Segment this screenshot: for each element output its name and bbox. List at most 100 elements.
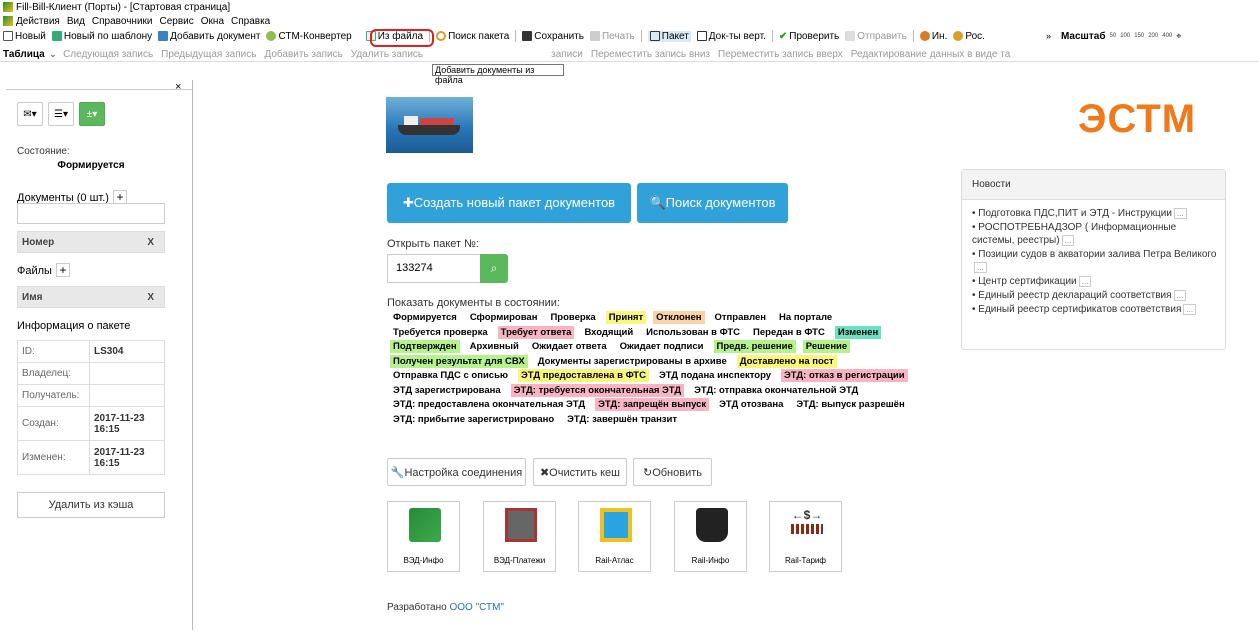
table-menu[interactable]: Таблица: [3, 49, 45, 60]
news-item[interactable]: • Позиции судов в акватории залива Петра…: [972, 248, 1219, 274]
status-filter-chip[interactable]: Документы зарегистрированы в архиве: [535, 355, 730, 368]
zoom-step[interactable]: 50: [1110, 33, 1117, 39]
mail-dropdown-button[interactable]: ✉▾: [17, 102, 43, 126]
clear-column-button[interactable]: X: [147, 292, 154, 303]
menu-help[interactable]: Справка: [231, 16, 270, 27]
in-button[interactable]: Ин.: [919, 31, 947, 42]
status-filter-chip[interactable]: Доставлено на пост: [736, 354, 837, 368]
more-button[interactable]: ...: [974, 262, 987, 273]
status-filter-chip[interactable]: Отправлен: [712, 311, 770, 324]
clear-column-button[interactable]: X: [147, 237, 154, 248]
more-button[interactable]: ...: [1173, 290, 1187, 301]
status-filter-chip[interactable]: Отправка ПДС с описью: [390, 369, 511, 382]
search-icon[interactable]: ⌕: [480, 254, 508, 283]
package-number-input[interactable]: 133274: [387, 254, 481, 283]
more-button[interactable]: ...: [1173, 208, 1187, 219]
zoom-step[interactable]: 400: [1162, 33, 1172, 39]
status-filter-chip[interactable]: Входящий: [581, 326, 636, 339]
more-button[interactable]: ...: [1078, 276, 1092, 287]
menu-service[interactable]: Сервис: [160, 16, 194, 27]
status-filter-chip[interactable]: На портале: [776, 311, 835, 324]
list-dropdown-button[interactable]: ☰▾: [48, 102, 74, 126]
tile-ved-info[interactable]: ВЭД-Инфо: [387, 501, 460, 572]
delete-record-button[interactable]: Удалить запись: [351, 49, 423, 60]
delete-from-cache-button[interactable]: Удалить из кэша: [17, 492, 165, 518]
status-filter-chip[interactable]: Подтвержден: [390, 340, 460, 353]
news-item[interactable]: • РОСПОТРЕБНАДЗОР ( Информационные систе…: [972, 221, 1219, 247]
news-item[interactable]: • Центр сертификации...: [972, 275, 1219, 288]
zoom-step[interactable]: 100: [1120, 33, 1130, 39]
status-filter-chip[interactable]: Проверка: [547, 311, 598, 324]
menu-view[interactable]: Вид: [67, 16, 85, 27]
status-filter-chip[interactable]: Требует ответа: [497, 325, 575, 339]
create-package-button[interactable]: ✚Создать новый пакет документов: [387, 183, 631, 223]
save-button[interactable]: Сохранить: [522, 31, 584, 42]
news-item[interactable]: • Подготовка ПДС,ПИТ и ЭТД - Инструкции.…: [972, 207, 1219, 220]
developer-link[interactable]: ООО "СТМ": [449, 602, 504, 613]
add-record-button[interactable]: Добавить запись: [264, 49, 342, 60]
print-button[interactable]: Печать: [589, 31, 635, 42]
news-item[interactable]: • Единый реестр деклараций соответствия.…: [972, 289, 1219, 302]
status-filter-chip[interactable]: Принят: [605, 311, 647, 324]
status-filter-chip[interactable]: Ожидает ответа: [529, 340, 610, 353]
add-document-icon[interactable]: +: [112, 190, 127, 204]
move-down-button[interactable]: Переместить запись вниз: [591, 49, 710, 60]
status-filter-chip[interactable]: Архивный: [467, 340, 522, 353]
close-icon[interactable]: ×: [175, 81, 181, 93]
number-column[interactable]: Номер: [22, 237, 54, 248]
name-column[interactable]: Имя: [22, 292, 42, 303]
next-record-button[interactable]: Следующая запись: [63, 49, 153, 60]
status-filter-chip[interactable]: Формируется: [390, 311, 460, 324]
status-filter-chip[interactable]: ЭТД: требуется окончательная ЭТД: [510, 383, 685, 397]
status-filter-chip[interactable]: ЭТД: отказ в регистрации: [781, 369, 908, 382]
status-filter-chip[interactable]: Требуется проверка: [390, 326, 491, 339]
plusminus-dropdown-button[interactable]: ±▾: [79, 102, 105, 126]
chevron-down-icon[interactable]: ⌄: [49, 49, 57, 60]
zoom-step[interactable]: 200: [1148, 33, 1158, 39]
status-filter-chip[interactable]: Предв. решение: [713, 340, 796, 353]
status-filter-chip[interactable]: ЭТД: предоставлена окончательная ЭТД: [390, 398, 588, 411]
zoom-step[interactable]: 150: [1134, 33, 1144, 39]
status-filter-chip[interactable]: Передан в ФТС: [750, 326, 828, 339]
documents-filter-input[interactable]: [17, 203, 165, 224]
edit-table-button[interactable]: Редактирование данных в виде та: [851, 49, 1011, 60]
status-filter-chip[interactable]: Использован в ФТС: [643, 326, 743, 339]
search-package-button[interactable]: Поиск пакета: [436, 31, 509, 42]
status-filter-chip[interactable]: Ожидает подписи: [617, 340, 707, 353]
panel-divider[interactable]: [192, 80, 193, 630]
zoom-fit-icon[interactable]: ✥: [1176, 33, 1181, 40]
status-filter-chip[interactable]: ЭТД: запрещён выпуск: [595, 398, 710, 411]
status-filter-chip[interactable]: ЭТД подана инспектору: [656, 369, 774, 382]
status-filter-chip[interactable]: Получен результат для СВХ: [390, 354, 528, 368]
clear-cache-button[interactable]: ✖Очистить кеш: [533, 458, 627, 486]
menu-references[interactable]: Справочники: [92, 16, 153, 27]
status-filter-chip[interactable]: ЭТД предоставлена в ФТС: [518, 369, 649, 382]
status-filter-chip[interactable]: ЭТД: прибытие зарегистрировано: [390, 413, 557, 426]
new-template-button[interactable]: Новый по шаблону: [51, 31, 152, 42]
status-filter-chip[interactable]: ЭТД: завершён транзит: [564, 413, 680, 426]
add-document-button[interactable]: Добавить документ: [158, 31, 260, 42]
status-filter-chip[interactable]: ЭТД зарегистрирована: [390, 384, 504, 397]
status-filter-chip[interactable]: ЭТД: отправка окончательной ЭТД: [691, 384, 861, 397]
status-filter-chip[interactable]: ЭТД: выпуск разрешён: [793, 398, 907, 411]
add-file-icon[interactable]: +: [55, 263, 70, 277]
more-button[interactable]: ...: [1061, 235, 1075, 246]
tile-ved-payments[interactable]: ВЭД-Платежи: [483, 501, 556, 572]
tile-rail-info[interactable]: Rail-Инфо: [674, 501, 747, 572]
status-filter-chip[interactable]: Решение: [802, 340, 851, 353]
check-button[interactable]: ✔ Проверить: [779, 31, 839, 42]
tile-rail-atlas[interactable]: Rail-Атлас: [578, 501, 651, 572]
status-filter-chip[interactable]: ЭТД отозвана: [716, 398, 786, 411]
refresh-button[interactable]: ↻Обновить: [633, 458, 712, 486]
connection-settings-button[interactable]: 🔧Настройка соединения: [387, 458, 526, 486]
ros-button[interactable]: Рос.: [953, 31, 985, 42]
search-documents-button[interactable]: 🔍Поиск документов: [637, 183, 788, 223]
package-button[interactable]: Пакет: [647, 30, 691, 42]
more-button[interactable]: ...: [1183, 304, 1197, 315]
move-up-button[interactable]: Переместить запись вверх: [718, 49, 843, 60]
status-filter-chip[interactable]: Сформирован: [467, 311, 541, 324]
send-button[interactable]: Отправить: [845, 31, 907, 42]
menu-windows[interactable]: Окна: [201, 16, 224, 27]
new-button[interactable]: Новый: [3, 31, 46, 42]
docs-vertical-button[interactable]: Док-ты верт.: [696, 31, 766, 42]
